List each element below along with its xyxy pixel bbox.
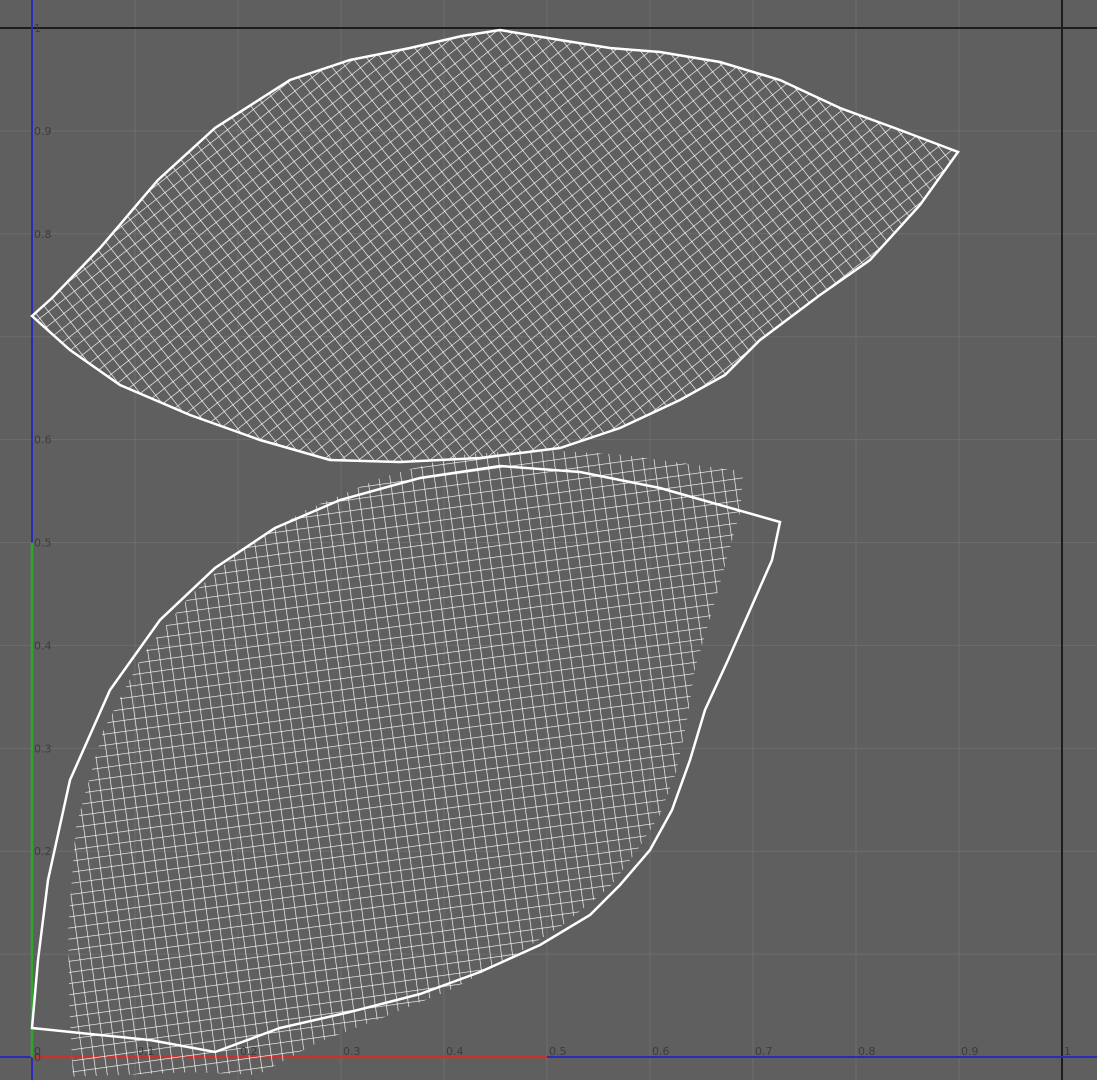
x-tick-label: 0.6	[652, 1045, 670, 1058]
x-tick-label: 0.5	[549, 1045, 567, 1058]
x-tick-label: 0.9	[961, 1045, 979, 1058]
x-tick-label: 0.8	[858, 1045, 876, 1058]
x-tick-label: 1	[1064, 1045, 1071, 1058]
y-tick-label: 0.2	[34, 845, 52, 858]
y-tick-label: 0.3	[34, 742, 52, 755]
x-tick-label: 0.2	[240, 1045, 258, 1058]
x-tick-label: 0.1	[137, 1045, 155, 1058]
x-tick-label: 0.7	[755, 1045, 773, 1058]
uv-canvas[interactable]: 0 0.1 0.2 0.3 0.4 0.5 0.6 0.7 0.8 0.9 100.20.30.40…	[0, 0, 1097, 1080]
y-tick-label: 0.6	[34, 434, 52, 447]
y-tick-label: 0	[34, 1051, 41, 1064]
x-tick-label: 0.3	[343, 1045, 361, 1058]
x-tick-label: 0.4	[446, 1045, 464, 1058]
y-tick-label: 0.4	[34, 639, 52, 652]
uv-editor-viewport[interactable]: 0 0.1 0.2 0.3 0.4 0.5 0.6 0.7 0.8 0.9 1 0 0.2 0.3 0.4 0…	[0, 0, 1097, 1080]
y-tick-label: 1	[34, 22, 41, 35]
y-tick-label: 0.8	[34, 228, 52, 241]
y-tick-label: 0.5	[34, 537, 52, 550]
y-tick-label: 0.9	[34, 125, 52, 138]
